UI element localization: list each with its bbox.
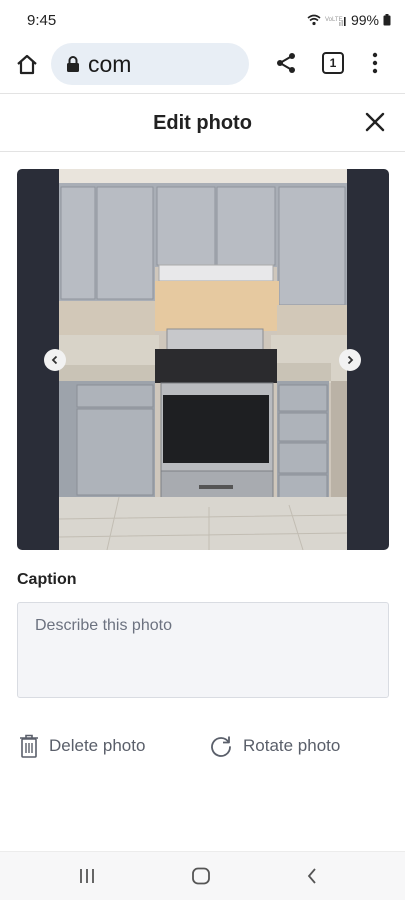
lock-icon [67,56,79,72]
rotate-photo-label: Rotate photo [243,736,341,755]
nav-home-icon[interactable] [191,867,211,885]
url-text: com [88,50,132,77]
caption-input[interactable] [17,602,389,698]
chevron-left-icon [51,355,58,365]
chevron-right-icon [347,355,354,365]
previous-photo-button[interactable] [44,349,66,371]
browser-toolbar: com 1 [0,42,405,94]
system-nav-bar [0,851,405,900]
next-photo-button[interactable] [339,349,361,371]
signal-icon: VoLTE [325,17,346,26]
close-icon[interactable] [363,110,387,134]
photo-viewer [17,169,389,550]
battery-icon [383,14,391,26]
status-time: 9:45 [27,12,57,29]
more-vert-icon[interactable] [366,51,384,75]
home-icon[interactable] [14,52,40,78]
page-title: Edit photo [153,112,252,134]
wifi-icon [307,14,321,26]
modal-header: Edit photo [0,94,405,152]
rotate-icon [211,736,231,757]
tab-count: 1 [329,56,337,70]
caption-label: Caption [17,571,77,588]
battery-percent: 99% [350,12,379,28]
status-icons: VoLTE 99% [307,12,391,28]
recents-icon[interactable] [78,867,96,885]
back-icon[interactable] [305,866,319,886]
trash-icon [20,734,38,758]
delete-photo-button[interactable]: Delete photo [19,734,145,758]
status-bar: 9:45 VoLTE 99% [0,0,405,42]
share-icon[interactable] [274,51,298,75]
rotate-photo-button[interactable]: Rotate photo [209,734,340,758]
kitchen-photo [59,169,347,550]
delete-photo-label: Delete photo [49,736,146,755]
address-bar[interactable]: com [51,43,249,85]
tabs-button[interactable]: 1 [322,52,344,74]
